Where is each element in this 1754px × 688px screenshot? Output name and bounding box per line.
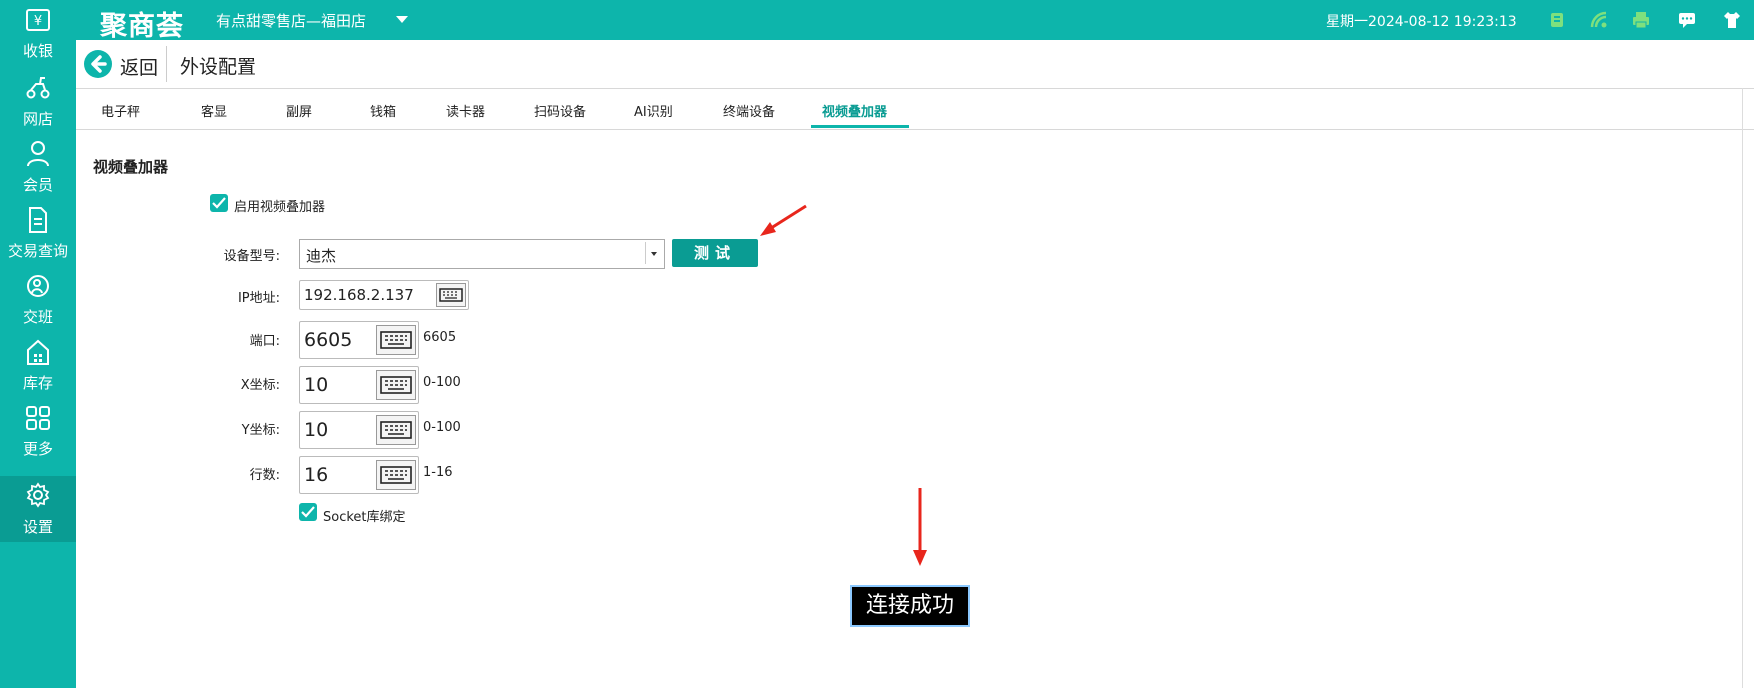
annotation-arrowhead-toast [913,550,927,566]
annotation-arrows [760,204,927,566]
annotation-arrowhead-test [760,222,776,236]
annotation-arrow-test [767,204,807,232]
